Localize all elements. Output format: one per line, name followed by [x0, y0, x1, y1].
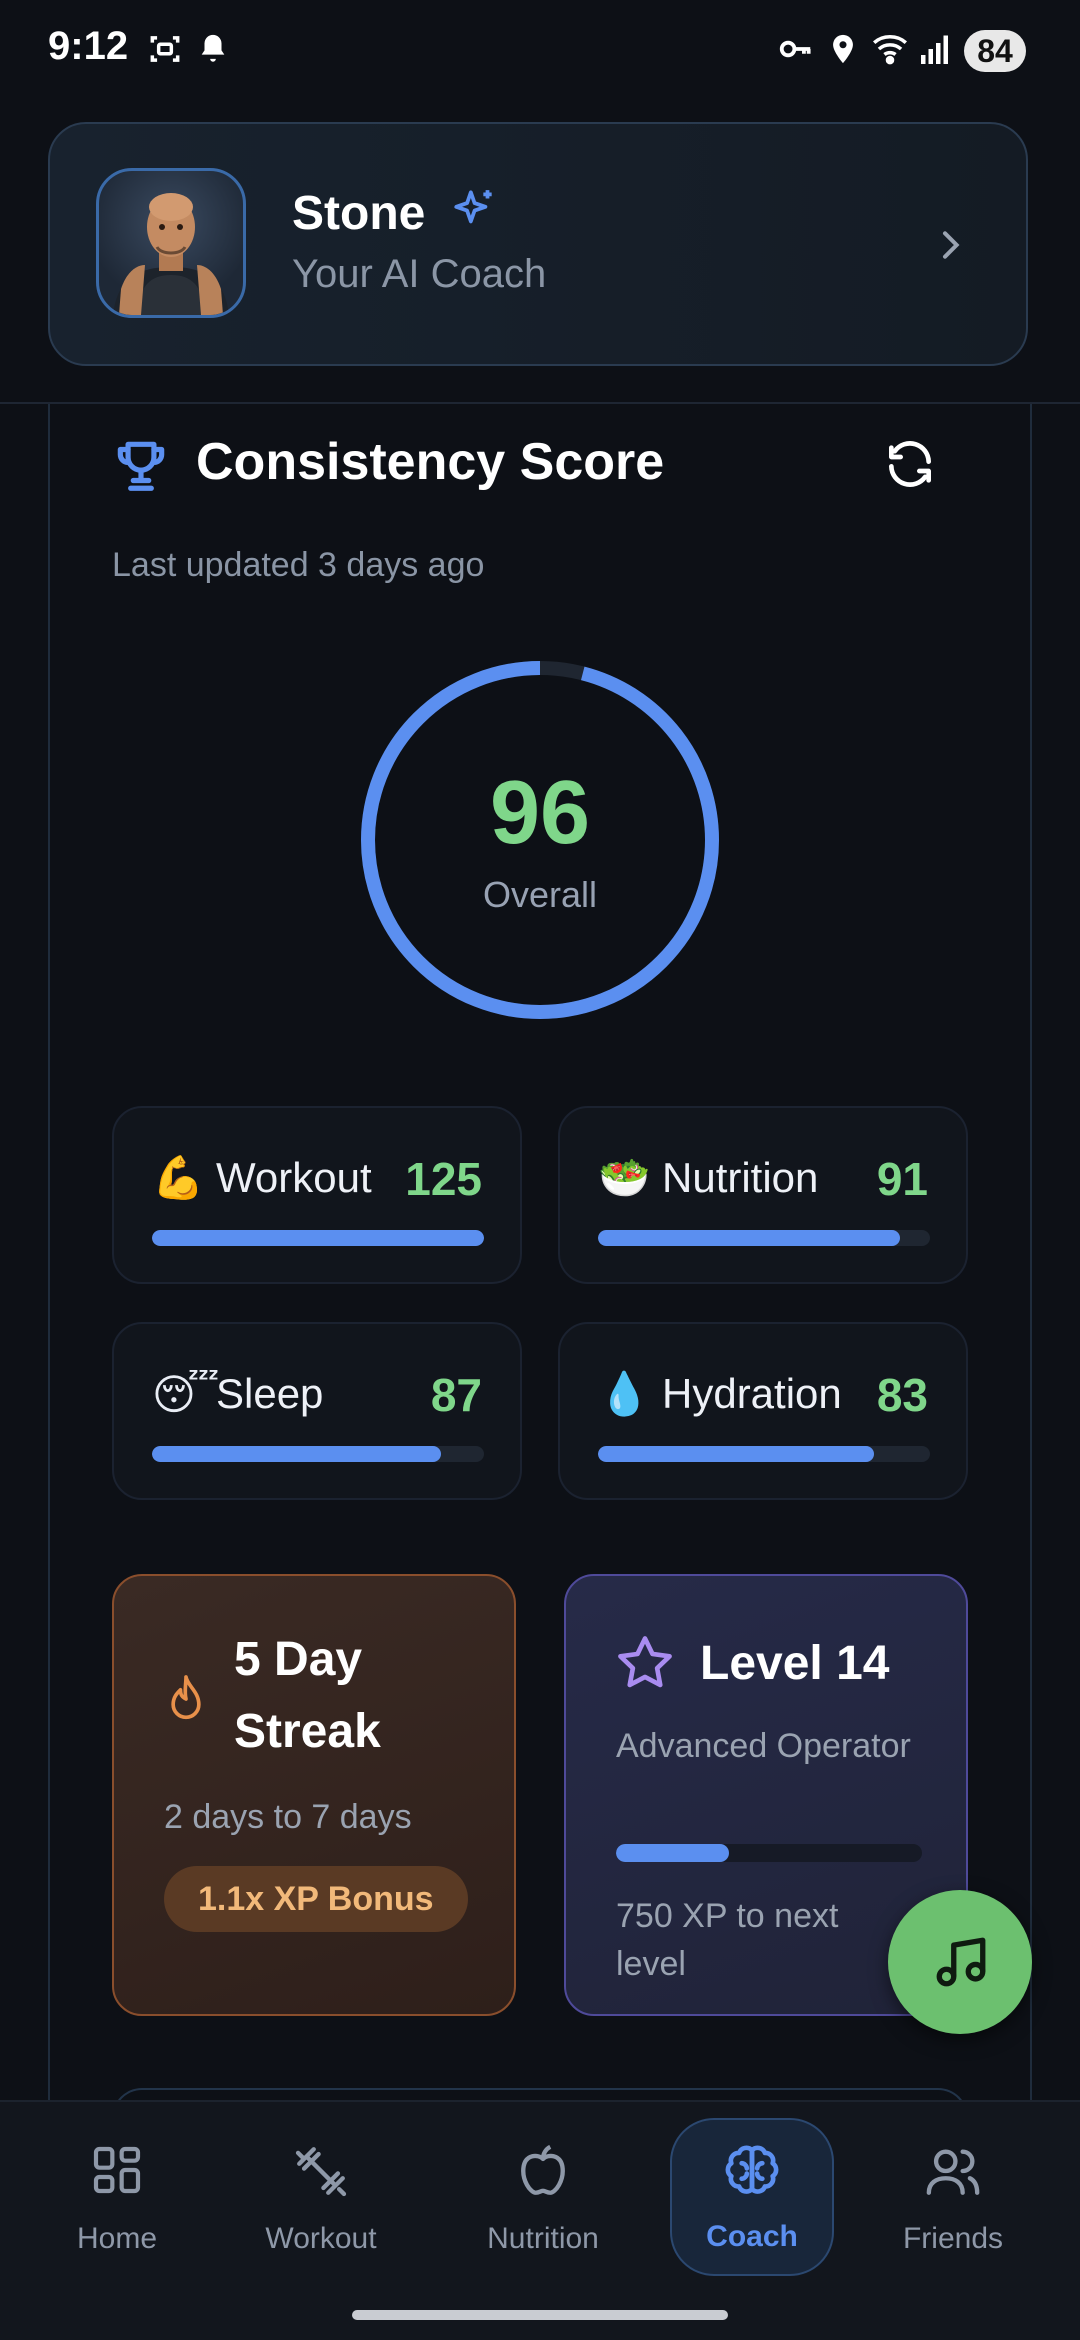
metric-value: 91 [876, 1153, 928, 1205]
metric-card-sleep[interactable]: 😴 Sleep 87 [112, 1322, 522, 1500]
nav-label: Workout [265, 2222, 377, 2255]
star-icon [614, 1632, 676, 1699]
apple-icon [514, 2142, 572, 2205]
nav-item-friends[interactable]: Friends [868, 2126, 1038, 2276]
metric-progress-fill [598, 1446, 874, 1462]
level-rank: Advanced Operator [616, 1727, 911, 1765]
metric-card-hydration[interactable]: 💧 Hydration 83 [558, 1322, 968, 1500]
sparkle-icon [450, 186, 500, 241]
consistency-score-title: Consistency Score [196, 433, 665, 491]
metric-label: Nutrition [662, 1154, 819, 1201]
notification-bell-icon [196, 30, 230, 73]
music-fab-button[interactable] [888, 1890, 1032, 2034]
metric-progress-fill [598, 1230, 901, 1246]
flexed-biceps-icon: 💪 [152, 1154, 205, 1201]
metric-progress-bar [152, 1230, 484, 1246]
nav-label: Friends [902, 2222, 1004, 2255]
users-icon [924, 2142, 982, 2205]
metric-label: Sleep [216, 1370, 324, 1417]
nav-label: Coach [706, 2220, 798, 2253]
home-indicator[interactable] [352, 2310, 728, 2320]
trophy-icon [110, 434, 172, 501]
brain-icon [721, 2140, 783, 2207]
nav-item-coach[interactable]: Coach [670, 2118, 834, 2276]
signal-icon [918, 30, 954, 73]
metric-label: Workout [216, 1154, 372, 1201]
wifi-icon [868, 30, 912, 73]
metric-progress-fill [152, 1446, 441, 1462]
coach-name: Stone [292, 187, 426, 240]
sleeping-face-icon: 😴 [152, 1371, 220, 1418]
dumbbell-icon [292, 2142, 350, 2205]
refresh-icon[interactable] [882, 436, 938, 497]
metric-label: Hydration [662, 1370, 842, 1417]
chevron-right-icon[interactable] [930, 220, 970, 275]
key-icon [776, 30, 816, 73]
location-icon [826, 30, 860, 73]
screenshot-icon [146, 30, 184, 73]
last-updated-text: Last updated 3 days ago [112, 546, 485, 584]
streak-subtitle: 2 days to 7 days [164, 1798, 412, 1836]
droplet-icon: 💧 [598, 1370, 651, 1417]
coach-subtitle: Your AI Coach [292, 252, 547, 296]
metric-card-nutrition[interactable]: 🥗 Nutrition 91 [558, 1106, 968, 1284]
grid-icon [89, 2142, 145, 2203]
level-progress-fill [616, 1844, 730, 1862]
ai-coach-card[interactable]: Stone Your AI Coach [48, 122, 1028, 366]
status-time: 9:12 [48, 24, 129, 68]
coach-avatar [96, 168, 246, 318]
level-title: Level 14 [700, 1637, 890, 1690]
streak-card[interactable]: 5 Day Streak 2 days to 7 days 1.1x XP Bo… [112, 1574, 516, 2016]
level-progress-bar [616, 1844, 922, 1862]
metric-progress-bar [152, 1446, 484, 1462]
metric-card-workout[interactable]: 💪 Workout 125 [112, 1106, 522, 1284]
metric-value: 125 [405, 1153, 482, 1205]
metric-progress-bar [598, 1230, 930, 1246]
status-bar: 9:12 84 [0, 0, 1080, 100]
streak-title: 5 Day Streak [234, 1633, 381, 1758]
salad-icon: 🥗 [598, 1154, 651, 1201]
metric-value: 87 [430, 1369, 482, 1421]
flame-icon [164, 1672, 208, 1731]
xp-to-next-level: 750 XP to next level [616, 1897, 839, 1983]
music-note-icon [932, 1932, 990, 1997]
metric-value: 83 [876, 1369, 928, 1421]
metric-progress-bar [598, 1446, 930, 1462]
overall-score-value: 96 [489, 763, 591, 863]
nav-label: Nutrition [487, 2222, 599, 2255]
nav-item-home[interactable]: Home [32, 2126, 202, 2276]
nav-item-nutrition[interactable]: Nutrition [458, 2126, 628, 2276]
xp-bonus-badge: 1.1x XP Bonus [164, 1866, 468, 1932]
nav-label: Home [76, 2222, 158, 2255]
metric-progress-fill [152, 1230, 484, 1246]
nav-item-workout[interactable]: Workout [236, 2126, 406, 2276]
battery-indicator: 84 [964, 30, 1026, 72]
overall-score-label: Overall [482, 874, 598, 915]
